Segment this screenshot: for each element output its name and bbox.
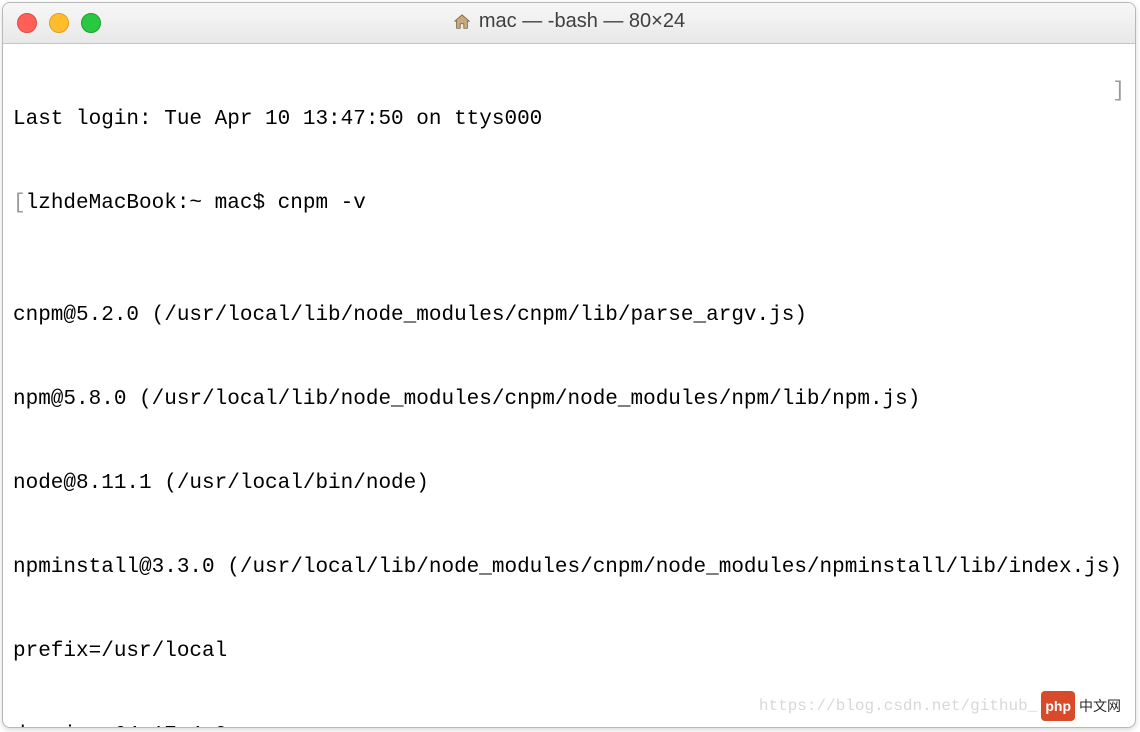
watermark: https://blog.csdn.net/github_ php 中文网 xyxy=(759,691,1121,721)
command-1: cnpm -v xyxy=(278,192,366,215)
output-line: prefix=/usr/local xyxy=(13,638,1125,666)
prompt-1: lzhdeMacBook:~ mac$ xyxy=(26,192,278,215)
minimize-button[interactable] xyxy=(49,13,69,33)
terminal-body[interactable]: Last login: Tue Apr 10 13:47:50 on ttys0… xyxy=(3,44,1135,727)
prompt-close-bracket: ] xyxy=(1112,78,1125,106)
traffic-lights xyxy=(3,13,101,33)
window-title: mac — -bash — 80×24 xyxy=(479,10,685,33)
home-icon xyxy=(453,13,471,31)
close-button[interactable] xyxy=(17,13,37,33)
prompt-line-1: [lzhdeMacBook:~ mac$ cnpm -v xyxy=(13,190,1125,218)
output-line: npminstall@3.3.0 (/usr/local/lib/node_mo… xyxy=(13,554,1125,582)
window-title-group: mac — -bash — 80×24 xyxy=(453,10,685,33)
watermark-cn: 中文网 xyxy=(1079,692,1121,720)
last-login-line: Last login: Tue Apr 10 13:47:50 on ttys0… xyxy=(13,106,1125,134)
output-line: node@8.11.1 (/usr/local/bin/node) xyxy=(13,470,1125,498)
output-line: cnpm@5.2.0 (/usr/local/lib/node_modules/… xyxy=(13,302,1125,330)
php-badge: php xyxy=(1041,691,1075,721)
prompt-open-bracket: [ xyxy=(13,192,26,215)
zoom-button[interactable] xyxy=(81,13,101,33)
output-line: darwin x64 17.4.0 xyxy=(13,722,1125,727)
terminal-window: mac — -bash — 80×24 Last login: Tue Apr … xyxy=(2,2,1136,728)
watermark-url: https://blog.csdn.net/github_ xyxy=(759,692,1037,720)
output-line: npm@5.8.0 (/usr/local/lib/node_modules/c… xyxy=(13,386,1125,414)
titlebar: mac — -bash — 80×24 xyxy=(3,3,1135,44)
